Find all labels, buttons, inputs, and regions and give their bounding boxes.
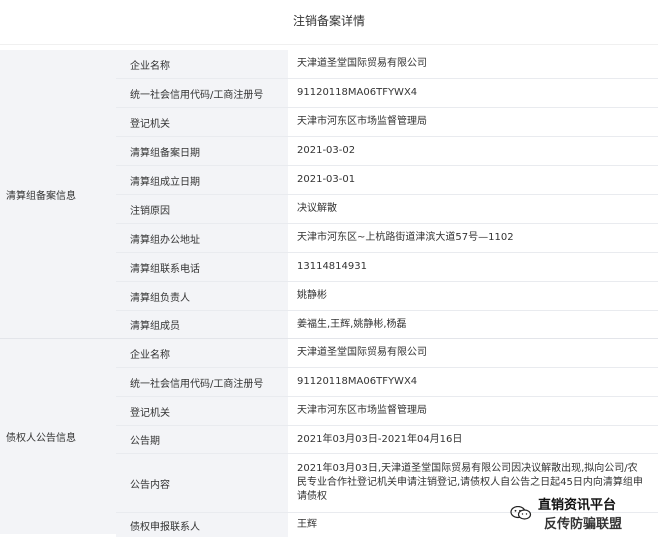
table-row: 统一社会信用代码/工商注册号 91120118MA06TFYWX4 xyxy=(116,79,658,107)
row-value: 姜福生,王辉,姚静彬,杨磊 xyxy=(289,311,658,338)
row-value: 天津市河东区市场监督管理局 xyxy=(289,108,658,136)
row-key: 登记机关 xyxy=(116,108,288,136)
row-key: 统一社会信用代码/工商注册号 xyxy=(116,368,288,396)
row-key: 清算组备案日期 xyxy=(116,137,288,165)
title-divider xyxy=(0,44,658,45)
row-value: 2021-03-02 xyxy=(289,137,658,165)
table-row: 统一社会信用代码/工商注册号 91120118MA06TFYWX4 xyxy=(116,368,658,396)
row-value: 2021-03-01 xyxy=(289,166,658,194)
table-row: 清算组成员 姜福生,王辉,姚静彬,杨磊 xyxy=(116,311,658,338)
row-value: 天津道圣堂国际贸易有限公司 xyxy=(289,339,658,367)
row-key: 清算组成立日期 xyxy=(116,166,288,194)
table-row: 企业名称 天津道圣堂国际贸易有限公司 xyxy=(116,50,658,78)
row-value: 13114814931 xyxy=(289,253,658,281)
wechat-icon xyxy=(510,506,532,520)
row-value: 天津市河东区市场监督管理局 xyxy=(289,397,658,425)
row-value: 91120118MA06TFYWX4 xyxy=(289,79,658,107)
row-value: 天津市河东区~上杭路街道津滨大道57号—1102 xyxy=(289,224,658,252)
row-value: 2021年03月03日-2021年04月16日 xyxy=(289,426,658,453)
watermark-line2: 反传防骗联盟 xyxy=(544,517,623,532)
table-row: 清算组负责人 姚静彬 xyxy=(116,282,658,310)
row-key: 清算组负责人 xyxy=(116,282,288,310)
table-row: 清算组成立日期 2021-03-01 xyxy=(116,166,658,194)
table-row: 公告期 2021年03月03日-2021年04月16日 xyxy=(116,426,658,453)
row-key: 统一社会信用代码/工商注册号 xyxy=(116,79,288,107)
row-value: 姚静彬 xyxy=(289,282,658,310)
row-key: 登记机关 xyxy=(116,397,288,425)
table-row: 注销原因 决议解散 xyxy=(116,195,658,223)
row-key: 债权申报联系人 xyxy=(116,513,288,537)
row-key: 清算组联系电话 xyxy=(116,253,288,281)
row-key: 公告期 xyxy=(116,426,288,453)
row-key: 公告内容 xyxy=(116,454,288,512)
row-value: 91120118MA06TFYWX4 xyxy=(289,368,658,396)
watermark-line1: 直销资讯平台 xyxy=(538,498,617,513)
row-key: 清算组成员 xyxy=(116,311,288,338)
table-row: 清算组联系电话 13114814931 xyxy=(116,253,658,281)
section-label: 清算组备案信息 xyxy=(0,50,116,338)
row-key: 注销原因 xyxy=(116,195,288,223)
row-key: 企业名称 xyxy=(116,50,288,78)
table-row: 清算组备案日期 2021-03-02 xyxy=(116,137,658,165)
section-label: 债权人公告信息 xyxy=(0,339,116,534)
table-row: 清算组办公地址 天津市河东区~上杭路街道津滨大道57号—1102 xyxy=(116,224,658,252)
page-title: 注销备案详情 xyxy=(292,14,365,28)
watermark: 直销资讯平台 反传防骗联盟 xyxy=(510,494,658,534)
row-key: 企业名称 xyxy=(116,339,288,367)
table-row: 登记机关 天津市河东区市场监督管理局 xyxy=(116,397,658,425)
table-row: 企业名称 天津道圣堂国际贸易有限公司 xyxy=(116,339,658,367)
row-value: 决议解散 xyxy=(289,195,658,223)
row-key: 清算组办公地址 xyxy=(116,224,288,252)
row-value: 天津道圣堂国际贸易有限公司 xyxy=(289,50,658,78)
table-row: 登记机关 天津市河东区市场监督管理局 xyxy=(116,108,658,136)
